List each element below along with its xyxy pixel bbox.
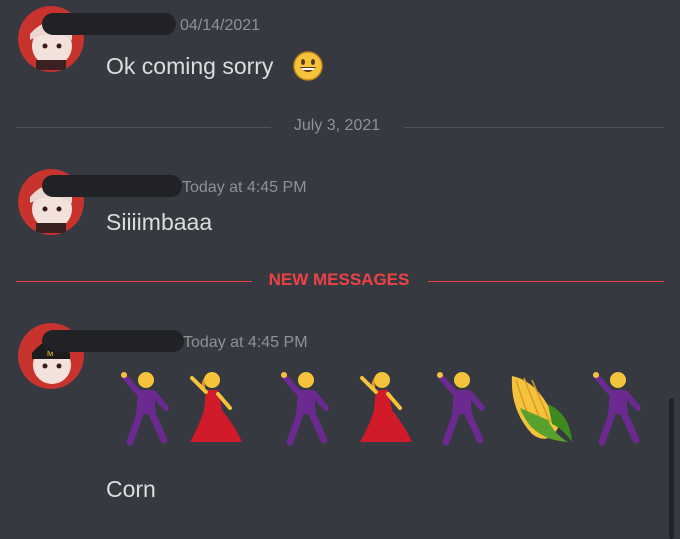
new-messages-label: NEW MESSAGES (268, 270, 410, 289)
message-timestamp: Today at 4:45 PM (183, 334, 308, 351)
woman-dancing-emoji (346, 368, 416, 453)
scrollbar[interactable] (669, 398, 674, 539)
date-divider-line-right (404, 127, 664, 128)
man-dancing-emoji (432, 368, 492, 453)
username-redacted[interactable] (42, 330, 184, 352)
man-dancing-emoji (116, 368, 176, 453)
corn-emoji (502, 368, 576, 453)
man-dancing-emoji (588, 368, 648, 453)
username-redacted[interactable] (42, 175, 182, 197)
woman-dancing-emoji (176, 368, 246, 453)
message-text: Corn (106, 476, 156, 502)
man-dancing-emoji (276, 368, 336, 453)
username-redacted[interactable] (42, 13, 176, 35)
new-messages-line-right (428, 281, 664, 282)
message-text: Ok coming sorry (106, 53, 274, 79)
message-timestamp: 04/14/2021 (180, 17, 261, 34)
message-timestamp: Today at 4:45 PM (182, 179, 307, 196)
message-text: Siiiimbaaa (106, 209, 213, 235)
date-divider-line-left (16, 127, 271, 128)
date-divider-label: July 3, 2021 (293, 117, 381, 134)
grinning-face-emoji (292, 50, 324, 87)
new-messages-line-left (16, 281, 252, 282)
